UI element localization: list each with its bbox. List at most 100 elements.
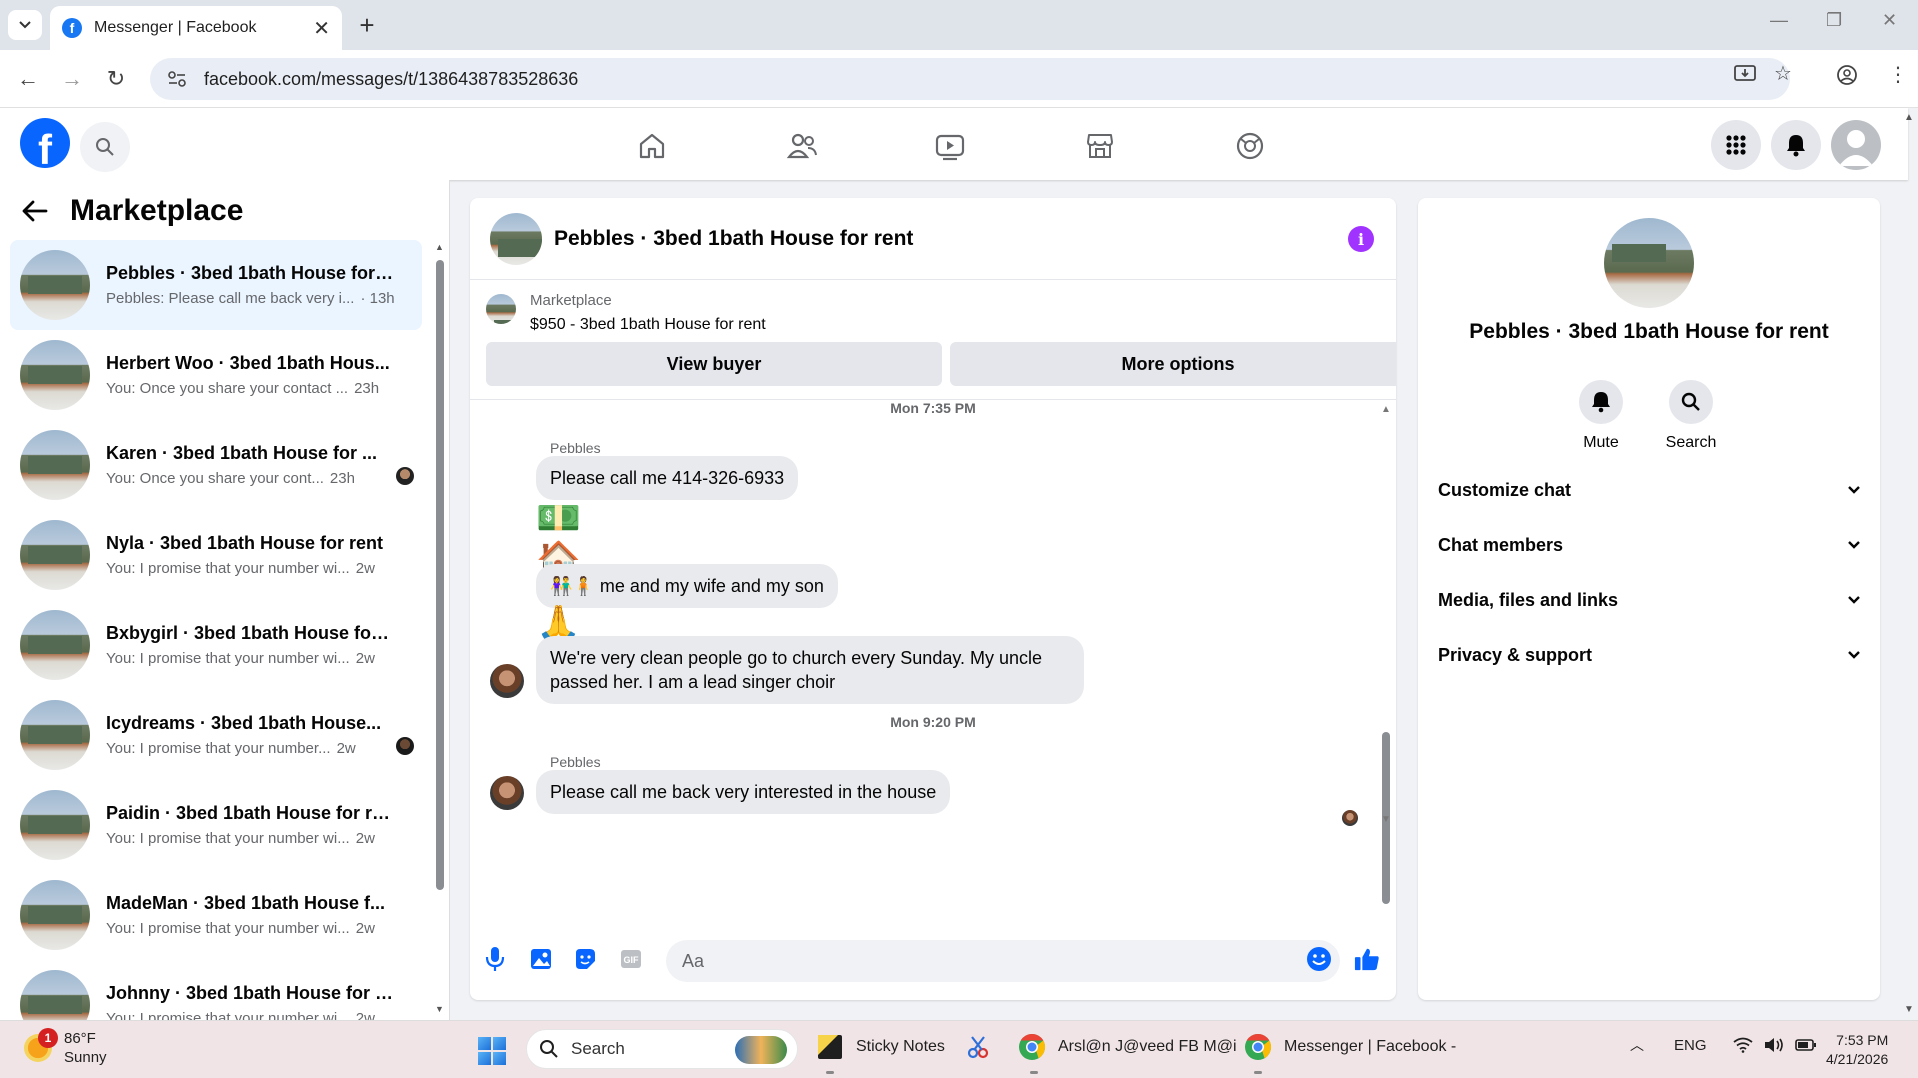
conversation-time: 2w (336, 740, 356, 757)
chat-avatar[interactable] (490, 212, 542, 265)
gif-icon[interactable]: GIF (618, 946, 644, 972)
page-scroll-up-icon[interactable]: ▲ (1904, 112, 1914, 123)
sidebar-title: Marketplace (70, 194, 244, 227)
browser-tab[interactable]: f Messenger | Facebook ✕ (50, 6, 342, 50)
search-icon[interactable] (80, 122, 130, 172)
taskbar-app-chrome-1[interactable]: Arsl@n J@veed FB M@i (1018, 1033, 1237, 1061)
conversation-item[interactable]: Herbert Woo · 3bed 1bath Hous... You: On… (10, 330, 422, 420)
listing-thumbnail[interactable] (486, 294, 516, 324)
view-buyer-button[interactable]: View buyer (486, 342, 942, 386)
listing-label: Marketplace (530, 292, 612, 309)
sticker-icon[interactable] (572, 946, 598, 972)
gaming-icon[interactable] (1230, 126, 1270, 166)
sender-avatar[interactable] (490, 776, 524, 810)
emoji-icon[interactable] (1306, 946, 1332, 972)
taskbar-clock[interactable]: 7:53 PM 4/21/2026 (1826, 1031, 1888, 1069)
chat-members-section[interactable]: Chat members (1438, 523, 1860, 567)
photo-icon[interactable] (528, 946, 554, 972)
message-bubble[interactable]: We're very clean people go to church eve… (536, 636, 1084, 704)
language-indicator[interactable]: ENG (1674, 1037, 1707, 1054)
listing-price[interactable]: $950 - 3bed 1bath House for rent (530, 316, 766, 334)
taskbar-search[interactable]: Search (526, 1029, 798, 1069)
privacy-support-section[interactable]: Privacy & support (1438, 633, 1860, 677)
back-arrow-icon[interactable] (22, 200, 48, 222)
weather-condition: Sunny (64, 1049, 107, 1066)
microphone-icon[interactable] (482, 946, 508, 972)
site-info-icon[interactable] (168, 71, 186, 87)
section-label: Chat members (1438, 534, 1564, 555)
conversation-avatar (20, 430, 90, 500)
conversation-item[interactable]: Nyla · 3bed 1bath House for rent You: I … (10, 510, 422, 600)
scroll-up-icon[interactable]: ▲ (435, 242, 444, 252)
conversation-item[interactable]: Johnny · 3bed 1bath House for r... You: … (10, 960, 422, 1020)
bell-icon (1592, 392, 1610, 413)
profile-icon[interactable] (1836, 64, 1858, 86)
notifications-bell-icon[interactable] (1771, 120, 1821, 170)
sender-avatar[interactable] (490, 664, 524, 698)
page-scroll-down-icon[interactable]: ▼ (1904, 1004, 1914, 1015)
back-arrow-icon[interactable]: ← (14, 65, 42, 93)
search-in-chat-button[interactable]: Search (1651, 380, 1731, 452)
more-options-button[interactable]: More options (950, 342, 1396, 386)
url-field[interactable]: facebook.com/messages/t/1386438783528636 (150, 58, 1790, 100)
taskbar-app-snipping-tool[interactable] (964, 1033, 1004, 1061)
conversation-name: Herbert Woo · 3bed 1bath Hous... (106, 353, 390, 373)
scroll-down-icon[interactable]: ▼ (1381, 814, 1391, 825)
customize-chat-section[interactable]: Customize chat (1438, 468, 1860, 512)
sidebar-scrollbar[interactable] (436, 260, 444, 890)
info-icon[interactable]: i (1348, 226, 1374, 252)
message-emoji[interactable]: 💵 (536, 498, 581, 538)
conversation-item[interactable]: MadeMan · 3bed 1bath House f... You: I p… (10, 870, 422, 960)
reload-icon[interactable]: ↻ (102, 65, 130, 93)
conversation-avatar (20, 700, 90, 770)
taskbar-app-sticky-notes[interactable]: Sticky Notes (816, 1033, 945, 1061)
chat-title[interactable]: Pebbles · 3bed 1bath House for rent (554, 227, 913, 251)
message-bubble[interactable]: 👫🧍 me and my wife and my son (536, 564, 838, 608)
scroll-down-icon[interactable]: ▼ (435, 1004, 444, 1014)
conversation-item[interactable]: Pebbles · 3bed 1bath House for r... Pebb… (10, 240, 422, 330)
taskbar-app-chrome-2[interactable]: Messenger | Facebook - (1244, 1033, 1456, 1061)
like-thumb-icon[interactable] (1354, 946, 1380, 972)
message-bubble[interactable]: Please call me back very interested in t… (536, 770, 951, 814)
message-input[interactable] (666, 940, 1340, 982)
bookmark-star-icon[interactable]: ☆ (1774, 61, 1792, 86)
chat-details-avatar[interactable] (1604, 218, 1694, 308)
close-window-icon[interactable]: ✕ (1882, 10, 1897, 31)
menu-grid-icon[interactable] (1711, 120, 1761, 170)
conversation-item[interactable]: Icydreams · 3bed 1bath House... You: I p… (10, 690, 422, 780)
video-icon[interactable] (930, 126, 970, 166)
message-sender: Pebbles (550, 754, 601, 770)
account-avatar[interactable] (1831, 120, 1881, 170)
windows-start-icon[interactable] (478, 1037, 506, 1065)
conversation-avatar (20, 970, 90, 1020)
conversation-list: Pebbles · 3bed 1bath House for r... Pebb… (10, 240, 422, 1020)
taskbar-app-label: Messenger | Facebook - (1284, 1038, 1457, 1055)
browser-menu-icon[interactable]: ⋮ (1888, 62, 1908, 87)
volume-icon[interactable] (1763, 1036, 1785, 1054)
wifi-icon[interactable] (1732, 1037, 1753, 1053)
scroll-up-icon[interactable]: ▲ (1381, 404, 1391, 415)
friends-icon[interactable] (782, 126, 822, 166)
message-bubble[interactable]: Please call me 414-326-6933 (536, 456, 799, 500)
battery-icon[interactable] (1794, 1038, 1817, 1052)
running-indicator (1030, 1071, 1038, 1074)
minimize-icon[interactable]: — (1770, 10, 1788, 31)
conversation-preview: You: I promise that your number wi... (106, 1010, 350, 1020)
mute-button[interactable]: Mute (1561, 380, 1641, 452)
chevron-up-icon[interactable]: ︿ (1630, 1035, 1644, 1055)
conversation-item[interactable]: Bxbygirl · 3bed 1bath House for ... You:… (10, 600, 422, 690)
tab-search-button[interactable] (8, 10, 42, 40)
restore-icon[interactable]: ❐ (1826, 10, 1842, 31)
weather-widget[interactable]: 1 86°F Sunny (24, 1028, 107, 1067)
new-tab-button[interactable]: + (352, 10, 382, 41)
tab-close-icon[interactable]: ✕ (313, 16, 330, 41)
marketplace-icon[interactable] (1080, 126, 1120, 166)
conversation-item[interactable]: Karen · 3bed 1bath House for ... You: On… (10, 420, 422, 510)
facebook-logo-icon[interactable]: f (20, 118, 70, 168)
media-files-links-section[interactable]: Media, files and links (1438, 578, 1860, 622)
forward-arrow-icon[interactable]: → (58, 65, 86, 93)
install-app-icon[interactable] (1734, 64, 1756, 84)
home-icon[interactable] (632, 126, 672, 166)
conversation-item[interactable]: Paidin · 3bed 1bath House for rent You: … (10, 780, 422, 870)
conversation-avatar (20, 250, 90, 320)
